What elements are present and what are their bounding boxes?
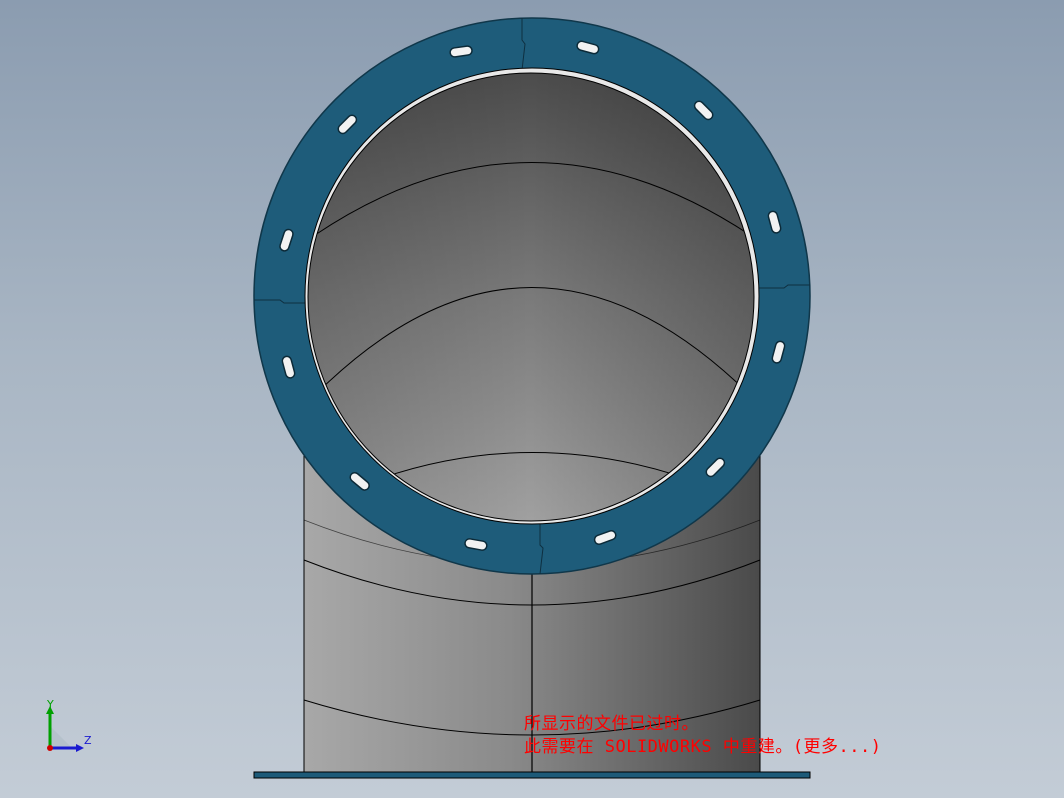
base-plate: [253, 771, 811, 779]
outdated-file-message: 所显示的文件已过时。: [524, 714, 699, 734]
graphics-viewport[interactable]: [0, 0, 1064, 798]
rebuild-message-link[interactable]: 此需要在 SOLIDWORKS 中重建。(更多...): [524, 736, 882, 758]
origin-icon: [47, 745, 53, 751]
pipe-bore: [304, 67, 760, 525]
y-axis-label: Y: [47, 698, 54, 711]
model-render[interactable]: [0, 0, 1064, 798]
z-axis-label: Z: [84, 734, 92, 747]
orientation-triad[interactable]: Y Z: [38, 698, 98, 758]
